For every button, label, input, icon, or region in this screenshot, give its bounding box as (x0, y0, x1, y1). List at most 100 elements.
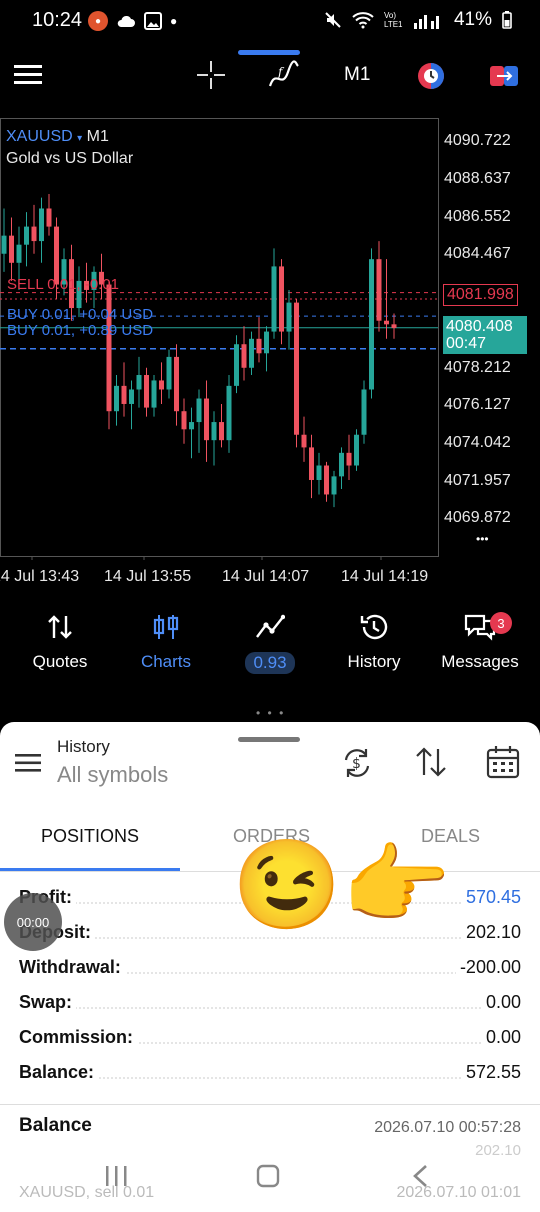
bottom-navigation: Quotes Charts 0.93 History 3 Messages (0, 610, 540, 700)
candle-body (219, 422, 224, 441)
row-label: Commission: (19, 1027, 138, 1048)
notification-icons: ● ● (88, 11, 177, 31)
row-value: 202.10 (461, 922, 521, 943)
active-tool-indicator (238, 50, 300, 55)
row-value: 0.00 (481, 992, 521, 1013)
price-tick-label: 4078.212 (444, 358, 511, 376)
buy-position-line-1[interactable]: BUY 0.01, +0.04 USD (7, 306, 153, 323)
summary-row-balance: Balance: 572.55 (19, 1059, 521, 1089)
symbol-caret: ▾ (77, 133, 83, 144)
candle-body (226, 385, 232, 441)
candle-body (369, 259, 374, 390)
lte-label: Vo) LTE1 (383, 11, 403, 29)
sheet-menu-icon[interactable] (15, 753, 43, 773)
row-value: 0.00 (481, 1027, 521, 1048)
candle-body (271, 266, 277, 332)
bid-price: 4080.408 (446, 318, 513, 335)
sort-icon[interactable] (414, 746, 448, 778)
candle-body (361, 389, 367, 435)
candle-body (264, 331, 269, 354)
nav-quotes-label: Quotes (32, 652, 88, 671)
tab-positions[interactable]: POSITIONS (41, 826, 139, 847)
trade-icon[interactable] (488, 62, 520, 90)
back-icon[interactable] (410, 1164, 430, 1188)
candle-body (144, 375, 149, 408)
nav-messages[interactable]: 3 Messages (426, 610, 534, 690)
refresh-currency-icon[interactable]: $ (340, 746, 374, 780)
battery-percent: 41% (453, 9, 492, 30)
indicators-icon[interactable]: f (268, 60, 300, 90)
row-label: Balance: (19, 1062, 99, 1083)
bid-price-tag: 4080.408 00:47 (443, 316, 527, 354)
candle-body (1, 235, 7, 254)
nav-quotes[interactable]: Quotes (6, 610, 114, 690)
candle-body (106, 284, 112, 412)
crosshair-icon[interactable] (196, 60, 226, 90)
candle-body (249, 338, 254, 368)
candle-body (309, 447, 314, 480)
candle-body (384, 320, 389, 325)
price-tick-label: 4076.127 (444, 396, 511, 414)
candle-body (204, 398, 209, 441)
calendar-icon[interactable] (485, 744, 521, 780)
cloud-icon (117, 15, 135, 27)
chart-toolbar: f M1 (0, 42, 540, 112)
wifi-icon (352, 12, 374, 29)
more-icon[interactable]: ••• (476, 532, 489, 546)
svg-text:f: f (277, 65, 285, 79)
candle-body (331, 476, 337, 495)
candle-body (136, 375, 142, 390)
sheet-grabber[interactable] (238, 737, 300, 742)
candle-body (31, 226, 37, 242)
wink-emoji-sticker: 😉👉 (232, 838, 451, 930)
clock-icon[interactable] (415, 60, 447, 92)
recent-apps-icon[interactable] (104, 1164, 128, 1188)
price-tick-label: 4084.467 (444, 245, 511, 263)
status-bar: 10:24 ● ● Vo) LTE1 41% (0, 0, 540, 42)
price-tick-label: 4086.552 (444, 207, 511, 225)
nav-history[interactable]: History (320, 610, 428, 690)
summary-row-commission: Commission: 0.00 (19, 1024, 521, 1054)
candle-body (174, 356, 179, 412)
nav-charts-label: Charts (140, 652, 192, 671)
menu-icon[interactable] (14, 64, 42, 86)
nav-charts[interactable]: Charts (112, 610, 220, 690)
candle-body (9, 235, 14, 263)
candle-body (324, 465, 329, 495)
history-sheet: History All symbols $ POSITIONS ORDERS D… (0, 722, 540, 1212)
candle-body (166, 356, 172, 390)
home-icon[interactable] (256, 1164, 280, 1188)
quotes-icon (48, 615, 72, 639)
candle-body (391, 324, 397, 328)
buy-position-line-2[interactable]: BUY 0.01, +0.89 USD (7, 322, 153, 339)
nav-trade[interactable]: 0.93 (216, 610, 324, 690)
candle-body (46, 208, 52, 227)
row-label: Withdrawal: (19, 957, 125, 978)
history-icon (360, 614, 388, 640)
chart-symbol[interactable]: XAUUSD ▾ M1 (6, 128, 109, 146)
symbol-name: XAUUSD (6, 128, 73, 145)
candle-body (196, 398, 202, 423)
candle-body (39, 208, 44, 242)
candle-body (181, 411, 187, 430)
symbol-filter[interactable]: All symbols (57, 762, 168, 788)
timeframe-button[interactable]: M1 (344, 64, 370, 86)
emoji: 😉👉 (232, 835, 452, 934)
deal-date: 2026.07.10 00:57:28 (374, 1119, 521, 1136)
sell-position-line[interactable]: SELL 0.01, -0.01 (7, 276, 119, 293)
time-tick-label: 14 Jul 14:19 (341, 568, 429, 585)
ask-price-tag: 4081.998 (443, 284, 518, 306)
row-value: -200.00 (455, 957, 521, 978)
candle-body (354, 434, 359, 466)
svg-text:$: $ (352, 756, 361, 772)
price-tick-label: 4088.637 (444, 169, 511, 187)
row-value: 572.55 (461, 1062, 521, 1083)
candle-body (16, 244, 22, 263)
candle-body (189, 422, 194, 430)
battery-icon (502, 11, 512, 29)
candle-body (234, 344, 239, 386)
deal-title[interactable]: Balance (19, 1115, 92, 1137)
price-tick-label: 4069.872 (444, 509, 511, 527)
price-chart[interactable]: XAUUSD ▾ M1 Gold vs US Dollar 4090.722 40… (0, 118, 540, 598)
candle-body (346, 452, 352, 466)
